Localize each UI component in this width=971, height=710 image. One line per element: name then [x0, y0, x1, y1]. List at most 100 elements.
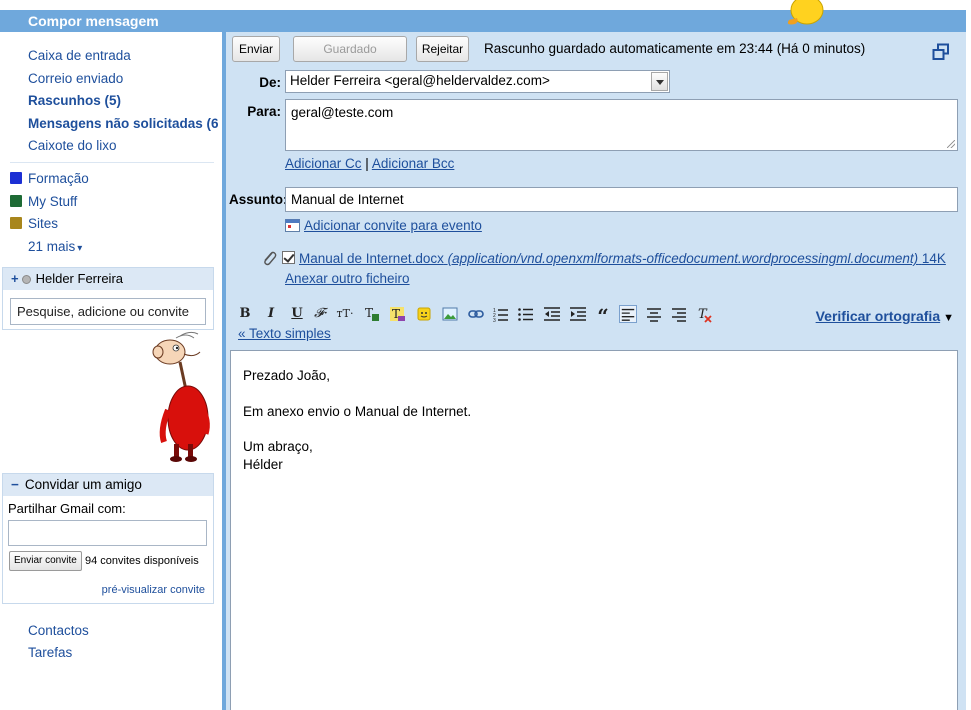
add-cc-link[interactable]: Adicionar Cc: [285, 156, 362, 171]
label-item[interactable]: Formação: [10, 168, 215, 191]
body-greeting: Prezado João,: [243, 368, 331, 383]
attachment-type: (application/vnd.openxmlformats-officedo…: [447, 251, 919, 266]
bold-icon[interactable]: B: [236, 305, 254, 323]
compose-header-extension: [218, 10, 966, 32]
add-event-link[interactable]: Adicionar convite para evento: [304, 218, 482, 233]
nav-drafts[interactable]: Rascunhos (5): [28, 91, 218, 114]
chat-user-name: Helder Ferreira: [35, 271, 124, 286]
invite-email-input[interactable]: [8, 520, 207, 546]
to-value: geral@teste.com: [291, 105, 394, 120]
resize-handle-icon[interactable]: [947, 140, 955, 148]
spellcheck-menu[interactable]: Verificar ortografia ▼: [816, 308, 954, 324]
label-color-swatch: [10, 217, 22, 229]
to-field[interactable]: geral@teste.com: [285, 99, 958, 151]
send-invite-button[interactable]: Enviar convite: [9, 551, 82, 571]
label-name: Sites: [28, 216, 59, 231]
nav-inbox[interactable]: Caixa de entrada: [28, 46, 218, 69]
quote-icon[interactable]: “: [594, 305, 612, 327]
align-center-icon[interactable]: [645, 305, 663, 323]
indent-less-icon[interactable]: [543, 305, 561, 323]
caret-down-icon[interactable]: ▼: [943, 312, 954, 324]
label-item[interactable]: Sites: [10, 213, 215, 236]
status-dot-icon[interactable]: [21, 275, 31, 284]
label-color-swatch: [10, 194, 22, 207]
compose-title: Compor mensagem: [28, 13, 159, 29]
label-name: Formação: [28, 171, 89, 186]
svg-text:T: T: [365, 306, 373, 320]
emoticon-icon[interactable]: [415, 305, 433, 323]
autosave-status: Rascunho guardado automaticamente em 23:…: [484, 41, 866, 56]
spellcheck-link[interactable]: Verificar ortografia: [816, 308, 941, 324]
font-icon[interactable]: 𝓕·: [312, 305, 330, 323]
tasks-link[interactable]: Tarefas: [28, 642, 89, 664]
duck-mascot-icon: [787, 0, 824, 25]
nav-trash[interactable]: Caixote do lixo: [28, 136, 218, 159]
align-right-icon[interactable]: [670, 305, 688, 323]
underline-icon[interactable]: U: [288, 305, 306, 323]
remove-formatting-icon[interactable]: T: [696, 305, 714, 323]
caret-down-icon: ▾: [77, 242, 83, 254]
subject-field[interactable]: Manual de Internet: [285, 187, 958, 212]
attachment-name: Manual de Internet.docx: [299, 251, 444, 266]
bullet-list-icon[interactable]: [517, 305, 535, 323]
numbered-list-icon[interactable]: 123: [492, 305, 510, 323]
event-row: Adicionar convite para evento: [285, 218, 482, 233]
chat-search-input[interactable]: Pesquise, adicione ou convite: [10, 298, 206, 325]
attachment-size: 14K: [921, 251, 946, 266]
chat-header[interactable]: + Helder Ferreira: [3, 268, 213, 290]
chat-panel: + Helder Ferreira Pesquise, adicione ou c…: [2, 267, 214, 330]
subject-value: Manual de Internet: [291, 192, 404, 207]
discard-button[interactable]: Rejeitar: [416, 36, 469, 62]
subject-label: Assunto:: [229, 192, 288, 207]
cartoon-mascot-icon: [152, 331, 210, 462]
from-select[interactable]: Helder Ferreira <geral@heldervaldez.com>: [285, 70, 670, 93]
nav-sent[interactable]: Correio enviado: [28, 69, 218, 92]
compose-header: Compor mensagem: [0, 10, 218, 32]
message-body-editor[interactable]: Prezado João, Em anexo envio o Manual de…: [230, 350, 958, 710]
indent-more-icon[interactable]: [569, 305, 587, 323]
nav-divider: [10, 162, 214, 163]
cc-bcc-row: Adicionar Cc | Adicionar Bcc: [285, 156, 454, 171]
body-closing: Um abraço,: [243, 439, 313, 454]
to-label: Para:: [247, 104, 281, 119]
body-line: Em anexo envio o Manual de Internet.: [243, 403, 472, 419]
nav-spam[interactable]: Mensagens não solicitadas (6: [28, 114, 218, 137]
label-list: Formação My Stuff Sites 21 mais ▾: [10, 168, 215, 258]
preview-invite-link[interactable]: pré-visualizar convite: [102, 584, 205, 596]
add-bcc-link[interactable]: Adicionar Bcc: [372, 156, 455, 171]
share-label: Partilhar Gmail com:: [8, 501, 126, 516]
insert-image-icon[interactable]: [441, 305, 459, 323]
attach-other-link[interactable]: Anexar outro ficheiro: [285, 271, 410, 286]
italic-icon[interactable]: I: [262, 305, 280, 323]
plain-text-link[interactable]: « Texto simples: [238, 326, 331, 341]
label-color-swatch: [10, 172, 22, 184]
saved-button[interactable]: Guardado: [293, 36, 407, 62]
dropdown-arrow-icon[interactable]: [651, 72, 668, 91]
collapse-minus-icon[interactable]: −: [11, 477, 19, 492]
attachment-checkbox[interactable]: [282, 251, 295, 264]
labels-more-link[interactable]: 21 mais ▾: [10, 236, 215, 259]
from-value: Helder Ferreira <geral@heldervaldez.com>: [290, 73, 550, 88]
invite-panel: − Convidar um amigo Partilhar Gmail com: …: [2, 473, 214, 604]
footer-links: Contactos Tarefas: [28, 620, 89, 664]
compose-panel: Enviar Guardado Rejeitar Rascunho guarda…: [222, 32, 966, 710]
align-left-icon[interactable]: [619, 305, 637, 323]
attachment-link[interactable]: Manual de Internet.docx (application/vnd…: [299, 251, 946, 266]
link-icon[interactable]: [467, 305, 485, 323]
popout-window-icon[interactable]: [932, 43, 950, 61]
send-button[interactable]: Enviar: [232, 36, 280, 62]
expand-plus-icon[interactable]: +: [11, 271, 19, 286]
text-color-icon[interactable]: T: [363, 305, 381, 323]
paperclip-icon: [264, 251, 277, 266]
highlight-color-icon[interactable]: T: [389, 305, 407, 323]
from-label: De:: [259, 75, 281, 90]
invite-count: 94 convites disponíveis: [85, 555, 199, 567]
body-signature: Hélder: [243, 456, 283, 472]
contacts-link[interactable]: Contactos: [28, 620, 89, 642]
label-item[interactable]: My Stuff: [10, 191, 215, 214]
labels-more-label: 21 mais: [28, 238, 76, 254]
invite-header[interactable]: − Convidar um amigo: [3, 474, 213, 496]
label-name: My Stuff: [28, 193, 78, 209]
font-size-icon[interactable]: тT·: [336, 305, 354, 323]
cc-separator: |: [365, 156, 369, 171]
